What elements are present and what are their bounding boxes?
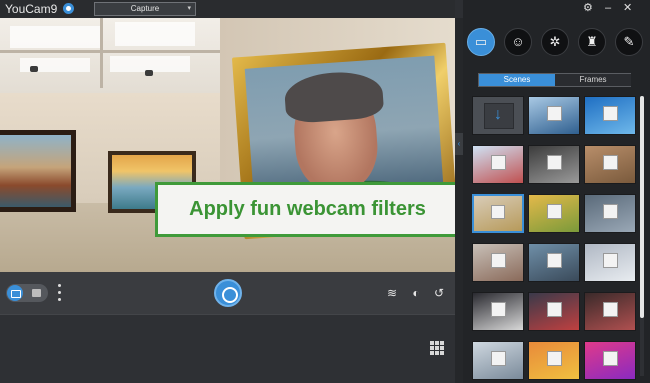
scenes-frames-switch: Scenes Frames — [478, 73, 631, 87]
download-more-scenes-button[interactable] — [472, 96, 524, 135]
scenes-category-icon[interactable]: ▭ — [467, 28, 495, 56]
scene-thumbnail[interactable] — [584, 292, 636, 331]
thumbnail-scrollbar[interactable] — [640, 96, 644, 376]
capture-button[interactable] — [214, 279, 242, 307]
scene-thumbnail[interactable] — [528, 292, 580, 331]
scene-thumbnail[interactable] — [472, 341, 524, 380]
scene-thumbnail[interactable] — [528, 194, 580, 233]
scrollbar-thumb[interactable] — [640, 96, 644, 318]
effects-panel: ⚙ – ✕ ▭ ☺ ✲ ♜ ✎ Scenes Frames — [463, 0, 650, 383]
scene-thumbnail[interactable] — [528, 341, 580, 380]
title-bar: YouCam9 Capture ▾ — [0, 0, 455, 18]
scene-frame-area — [546, 106, 562, 122]
gallery-painting-left — [0, 130, 76, 212]
photo-video-toggle[interactable] — [6, 284, 48, 302]
scene-thumbnail[interactable] — [528, 96, 580, 135]
minimize-icon[interactable]: – — [605, 2, 611, 14]
app-title: YouCam9 — [5, 2, 58, 16]
scene-frame-area — [490, 351, 506, 367]
scene-frame-area — [602, 204, 618, 220]
video-icon — [32, 289, 41, 297]
scene-thumbnail[interactable] — [472, 194, 524, 233]
scene-frame-area — [546, 204, 562, 220]
chevron-down-icon: ▾ — [187, 5, 191, 12]
promo-banner: Apply fun webcam filters — [155, 182, 460, 237]
scene-thumbnail[interactable] — [528, 145, 580, 184]
scene-thumbnail[interactable] — [584, 341, 636, 380]
person-hair — [283, 69, 385, 125]
window-controls: ⚙ – ✕ — [463, 0, 650, 18]
scene-frame-area — [546, 155, 562, 171]
scenes-category-glyph: ▭ — [474, 34, 488, 49]
mode-dropdown-value: Capture — [130, 4, 160, 13]
scene-frame-area — [602, 253, 618, 269]
scene-frame-area — [490, 253, 506, 269]
collapse-panel-button[interactable]: ‹ — [455, 133, 463, 155]
camera-icon — [7, 285, 23, 301]
scene-thumbnail[interactable] — [584, 145, 636, 184]
rotate-icon[interactable]: ↺ — [432, 286, 446, 300]
effects-icon[interactable]: ◐ — [409, 286, 423, 300]
scene-thumbnail[interactable] — [472, 243, 524, 282]
mode-dropdown[interactable]: Capture ▾ — [94, 2, 196, 16]
tab-scenes[interactable]: Scenes — [479, 74, 555, 86]
scene-frame-area — [602, 106, 618, 122]
gallery-grid-icon[interactable] — [430, 341, 444, 355]
brush-category-glyph: ✎ — [623, 34, 635, 49]
settings-icon[interactable]: ⚙ — [583, 2, 593, 14]
scene-thumbnail-grid — [470, 94, 638, 383]
avatar-category-glyph: ♜ — [586, 34, 598, 49]
tab-frames[interactable]: Frames — [555, 74, 631, 86]
scene-thumbnail[interactable] — [472, 292, 524, 331]
scene-frame-area — [602, 155, 618, 171]
layers-icon[interactable]: ≋ — [385, 286, 399, 300]
scene-frame-area — [546, 351, 562, 367]
scene-frame-area — [546, 253, 562, 269]
captured-media-strip — [0, 314, 455, 383]
more-options-icon[interactable] — [58, 284, 62, 302]
scene-frame-area — [602, 302, 618, 318]
scene-thumbnail[interactable] — [584, 194, 636, 233]
scene-frame-area — [546, 302, 562, 318]
particles-category-icon[interactable]: ✲ — [541, 28, 569, 56]
emoji-category-icon[interactable]: ☺ — [504, 28, 532, 56]
scene-frame-area — [490, 302, 506, 318]
youcam-window: YouCam9 Capture ▾ Apply fun webcam filte… — [0, 0, 650, 383]
promo-banner-text: Apply fun webcam filters — [189, 198, 426, 220]
brush-category-icon[interactable]: ✎ — [615, 28, 643, 56]
close-icon[interactable]: ✕ — [623, 2, 632, 14]
panel-collapse-strip: ‹ — [455, 18, 463, 383]
camera-badge-icon — [63, 3, 74, 14]
emoji-category-glyph: ☺ — [511, 34, 525, 49]
avatar-category-icon[interactable]: ♜ — [578, 28, 606, 56]
scene-frame-area — [490, 155, 506, 171]
capture-controls: ≋ ◐ ↺ — [0, 272, 455, 314]
scene-thumbnail[interactable] — [584, 96, 636, 135]
scene-thumbnail[interactable] — [472, 145, 524, 184]
scene-thumbnail[interactable] — [528, 243, 580, 282]
scene-frame-area — [602, 351, 618, 367]
effect-categories: ▭ ☺ ✲ ♜ ✎ — [463, 28, 650, 58]
scene-frame-area — [490, 204, 506, 219]
particles-category-glyph: ✲ — [549, 34, 561, 49]
scene-thumbnail[interactable] — [584, 243, 636, 282]
